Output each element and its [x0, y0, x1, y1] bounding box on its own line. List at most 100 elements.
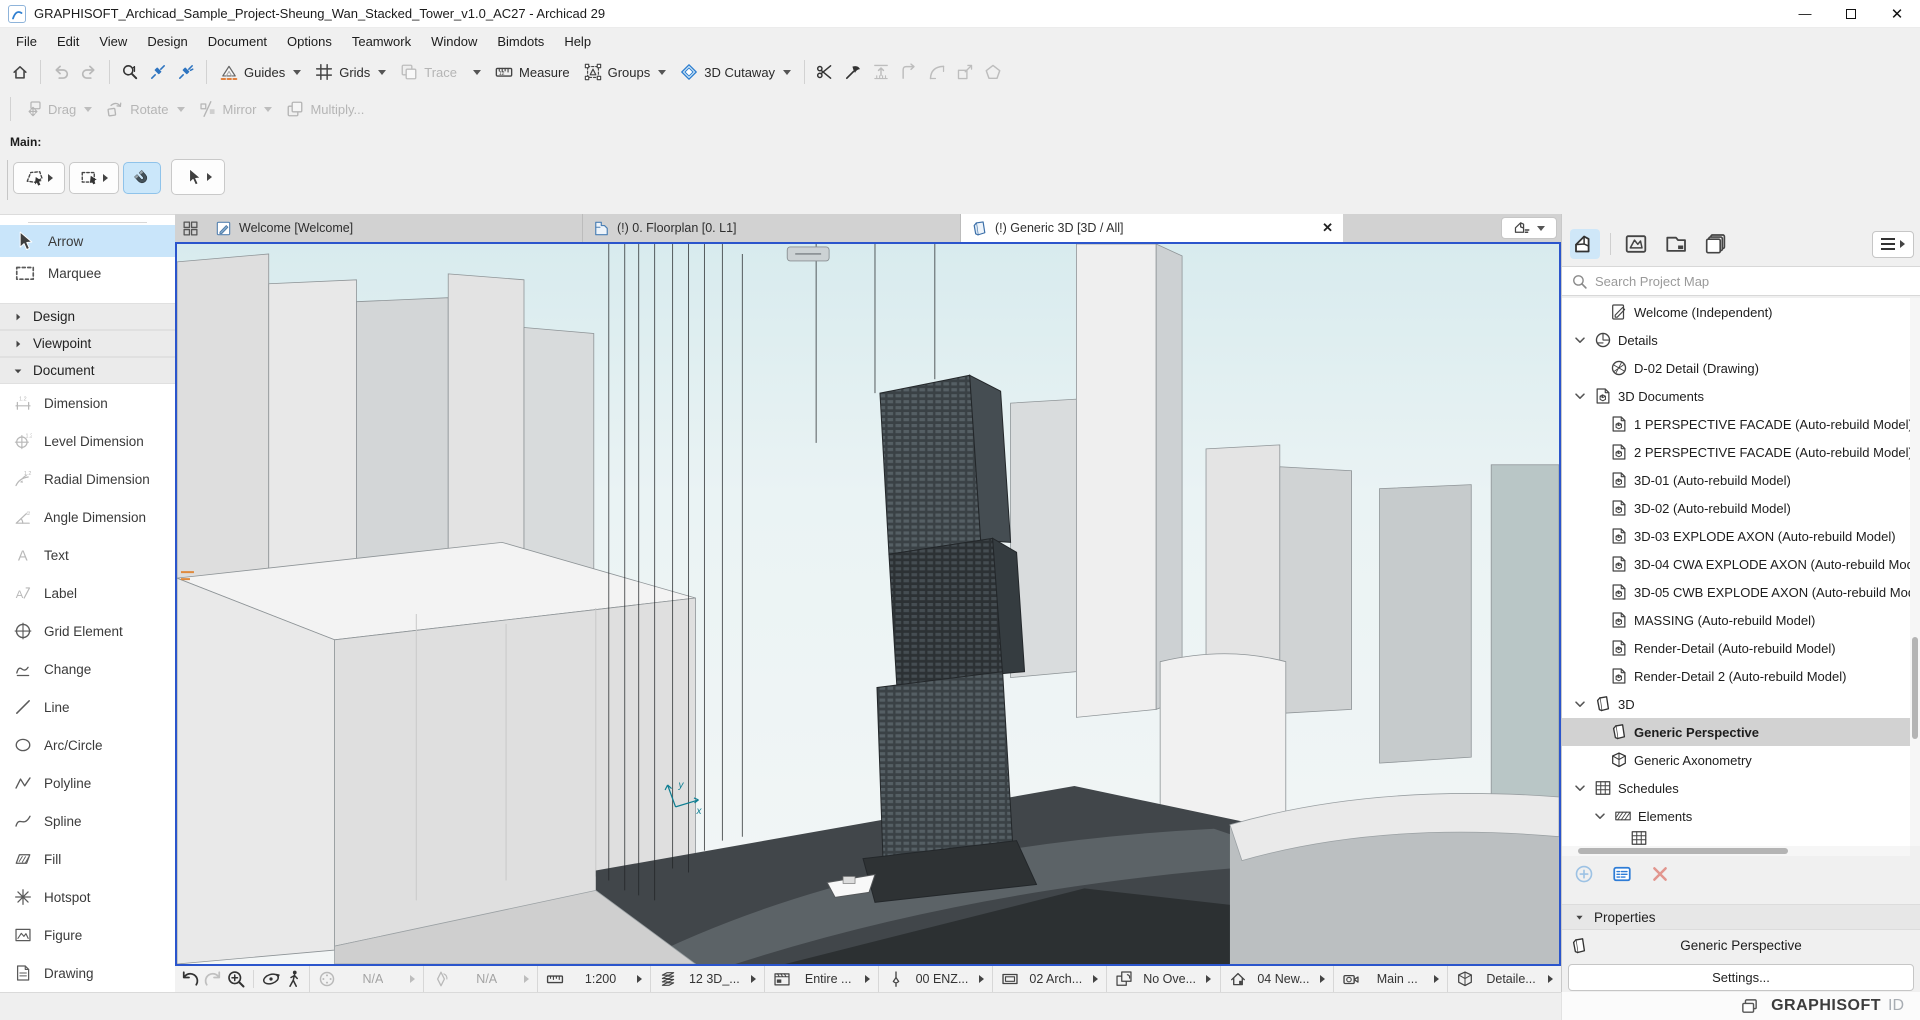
pick-up-parameters-button[interactable] — [144, 58, 172, 86]
tree-item-3d-02-auto-rebuild-model[interactable]: 3D-02 (Auto-rebuild Model) — [1562, 494, 1920, 522]
tree-horizontal-scrollbar[interactable] — [1562, 846, 1910, 856]
intersect-button[interactable] — [895, 58, 923, 86]
status-04-new-control[interactable]: 04 New... — [1220, 966, 1334, 992]
forward-icon[interactable] — [203, 969, 223, 989]
delete-viewpoint-icon[interactable] — [1650, 864, 1670, 884]
viewpoint-settings-icon[interactable] — [1612, 864, 1632, 884]
tree-vertical-scrollbar[interactable] — [1910, 298, 1920, 846]
view-map-button[interactable] — [1621, 229, 1651, 259]
3d-cutaway-dropdown[interactable]: 3D Cutaway — [673, 58, 798, 86]
status-12-3d-control[interactable]: 12 3D_... — [650, 966, 764, 992]
tree-item-3d-03-explode-axon-auto-rebuild-model[interactable]: 3D-03 EXPLODE AXON (Auto-rebuild Model) — [1562, 522, 1920, 550]
adjust-button[interactable] — [839, 58, 867, 86]
arrow-tool-button[interactable] — [171, 159, 225, 195]
menu-edit[interactable]: Edit — [47, 31, 89, 52]
tree-item-2-perspective-facade-auto-rebuild-model[interactable]: 2 PERSPECTIVE FACADE (Auto-rebuild Model… — [1562, 438, 1920, 466]
tree-item-elements[interactable]: Elements — [1562, 802, 1920, 830]
tree-item-schedules[interactable]: Schedules — [1562, 774, 1920, 802]
pop-up-navigator-button[interactable] — [1501, 217, 1557, 239]
tree-item-3d[interactable]: 3D — [1562, 690, 1920, 718]
toolbox-item-label[interactable]: ALabel — [0, 574, 175, 612]
toolbox-item-grid-element[interactable]: Grid Element — [0, 612, 175, 650]
elevate-button[interactable] — [867, 58, 895, 86]
menu-window[interactable]: Window — [421, 31, 487, 52]
tree-item-1-perspective-facade-auto-rebuild-model[interactable]: 1 PERSPECTIVE FACADE (Auto-rebuild Model… — [1562, 410, 1920, 438]
resize-button[interactable] — [951, 58, 979, 86]
tree-item-render-detail-auto-rebuild-model[interactable]: Render-Detail (Auto-rebuild Model) — [1562, 634, 1920, 662]
tree-item-3d-documents[interactable]: 3D Documents — [1562, 382, 1920, 410]
redo-button[interactable] — [75, 58, 103, 86]
find-select-button[interactable] — [116, 58, 144, 86]
menu-teamwork[interactable]: Teamwork — [342, 31, 421, 52]
tab-0-floorplan-0-l1[interactable]: (!) 0. Floorplan [0. L1] — [583, 214, 961, 242]
toolbox-item-polyline[interactable]: Polyline — [0, 764, 175, 802]
split-button[interactable] — [811, 58, 839, 86]
publisher-button[interactable] — [1701, 229, 1731, 259]
marquee-rectangle-button[interactable] — [69, 162, 119, 194]
tree-item-render-detail-2-auto-rebuild-model[interactable]: Render-Detail 2 (Auto-rebuild Model) — [1562, 662, 1920, 690]
guides-dropdown[interactable]: Guides — [213, 58, 308, 86]
tree-item-3d-05-cwb-explode-axon-auto-rebuild-model[interactable]: 3D-05 CWB EXPLODE AXON (Auto-rebuild Mod… — [1562, 578, 1920, 606]
walk-mode-icon[interactable] — [284, 969, 304, 989]
toolbox-group-document[interactable]: Document — [0, 357, 175, 384]
close-button[interactable]: ✕ — [1874, 0, 1920, 28]
toolbox-item-dimension[interactable]: 1.2Dimension — [0, 384, 175, 422]
tree-item-generic-perspective[interactable]: Generic Perspective — [1562, 718, 1920, 746]
multiply-button[interactable]: Multiply... — [279, 95, 371, 123]
minimize-button[interactable]: ― — [1782, 0, 1828, 28]
tab-close-icon[interactable]: ✕ — [1312, 220, 1333, 236]
menu-view[interactable]: View — [89, 31, 137, 52]
status-n-a-control[interactable]: N/A — [309, 966, 423, 992]
chevron-expand-icon[interactable] — [1592, 808, 1608, 824]
menu-document[interactable]: Document — [198, 31, 277, 52]
orbit-icon[interactable] — [261, 969, 281, 989]
back-icon[interactable] — [180, 969, 200, 989]
trace-dropdown[interactable]: Trace — [393, 58, 488, 86]
groups-dropdown[interactable]: Groups — [577, 58, 674, 86]
toolbox-item-spline[interactable]: Spline — [0, 802, 175, 840]
tab-welcome-welcome[interactable]: Welcome [Welcome] — [205, 214, 583, 242]
toolbox-item-line[interactable]: Line — [0, 688, 175, 726]
status-main-control[interactable]: Main ... — [1333, 966, 1447, 992]
tab-overview-button[interactable] — [175, 214, 205, 242]
status-00-enz-control[interactable]: 00 ENZ... — [878, 966, 992, 992]
menu-options[interactable]: Options — [277, 31, 342, 52]
toolbox-item-arrow[interactable]: Arrow — [0, 225, 175, 257]
chevron-expand-icon[interactable] — [1572, 388, 1588, 404]
undo-button[interactable] — [47, 58, 75, 86]
toolbox-item-marquee[interactable]: Marquee — [0, 257, 175, 289]
status-entire-control[interactable]: Entire ... — [764, 966, 878, 992]
chevron-expand-icon[interactable] — [1572, 780, 1588, 796]
toolbox-item-text[interactable]: AText — [0, 536, 175, 574]
zoom-in-icon[interactable] — [226, 969, 246, 989]
measure-button[interactable]: 12 Measure — [488, 58, 577, 86]
tree-item-generic-axonometry[interactable]: Generic Axonometry — [1562, 746, 1920, 774]
tree-item-massing-auto-rebuild-model[interactable]: MASSING (Auto-rebuild Model) — [1562, 606, 1920, 634]
status-detaile-control[interactable]: Detaile... — [1447, 966, 1561, 992]
maximize-button[interactable] — [1828, 0, 1874, 28]
toolbox-item-hotspot[interactable]: Hotspot — [0, 878, 175, 916]
search-input[interactable] — [1595, 274, 1911, 289]
chevron-expand-icon[interactable] — [1572, 696, 1588, 712]
fillet-button[interactable] — [923, 58, 951, 86]
toolbox-item-angle-dimension[interactable]: αAngle Dimension — [0, 498, 175, 536]
grids-dropdown[interactable]: Grids — [308, 58, 393, 86]
toolbox-group-viewpoint[interactable]: Viewpoint — [0, 330, 175, 357]
layout-book-button[interactable] — [1661, 229, 1691, 259]
add-viewpoint-icon[interactable] — [1574, 864, 1594, 884]
tree-item-welcome-independent[interactable]: Welcome (Independent) — [1562, 298, 1920, 326]
menu-bimdots[interactable]: Bimdots — [487, 31, 554, 52]
toolbox-item-fill[interactable]: Fill — [0, 840, 175, 878]
navigator-menu-button[interactable] — [1872, 231, 1914, 258]
properties-header[interactable]: Properties — [1562, 904, 1920, 930]
inject-parameters-button[interactable] — [172, 58, 200, 86]
status-02-arch-control[interactable]: 02 Arch... — [992, 966, 1106, 992]
gravity-magnet-button[interactable] — [123, 162, 161, 194]
marquee-polygon-button[interactable] — [13, 162, 65, 194]
menu-file[interactable]: File — [6, 31, 47, 52]
toolbox-item-arc-circle[interactable]: Arc/Circle — [0, 726, 175, 764]
toolbox-item-drawing[interactable]: Drawing — [0, 954, 175, 992]
toolbox-group-design[interactable]: Design — [0, 303, 175, 330]
toolbox-item-level-dimension[interactable]: 1.2Level Dimension — [0, 422, 175, 460]
3d-viewport[interactable]: y x — [175, 242, 1561, 966]
